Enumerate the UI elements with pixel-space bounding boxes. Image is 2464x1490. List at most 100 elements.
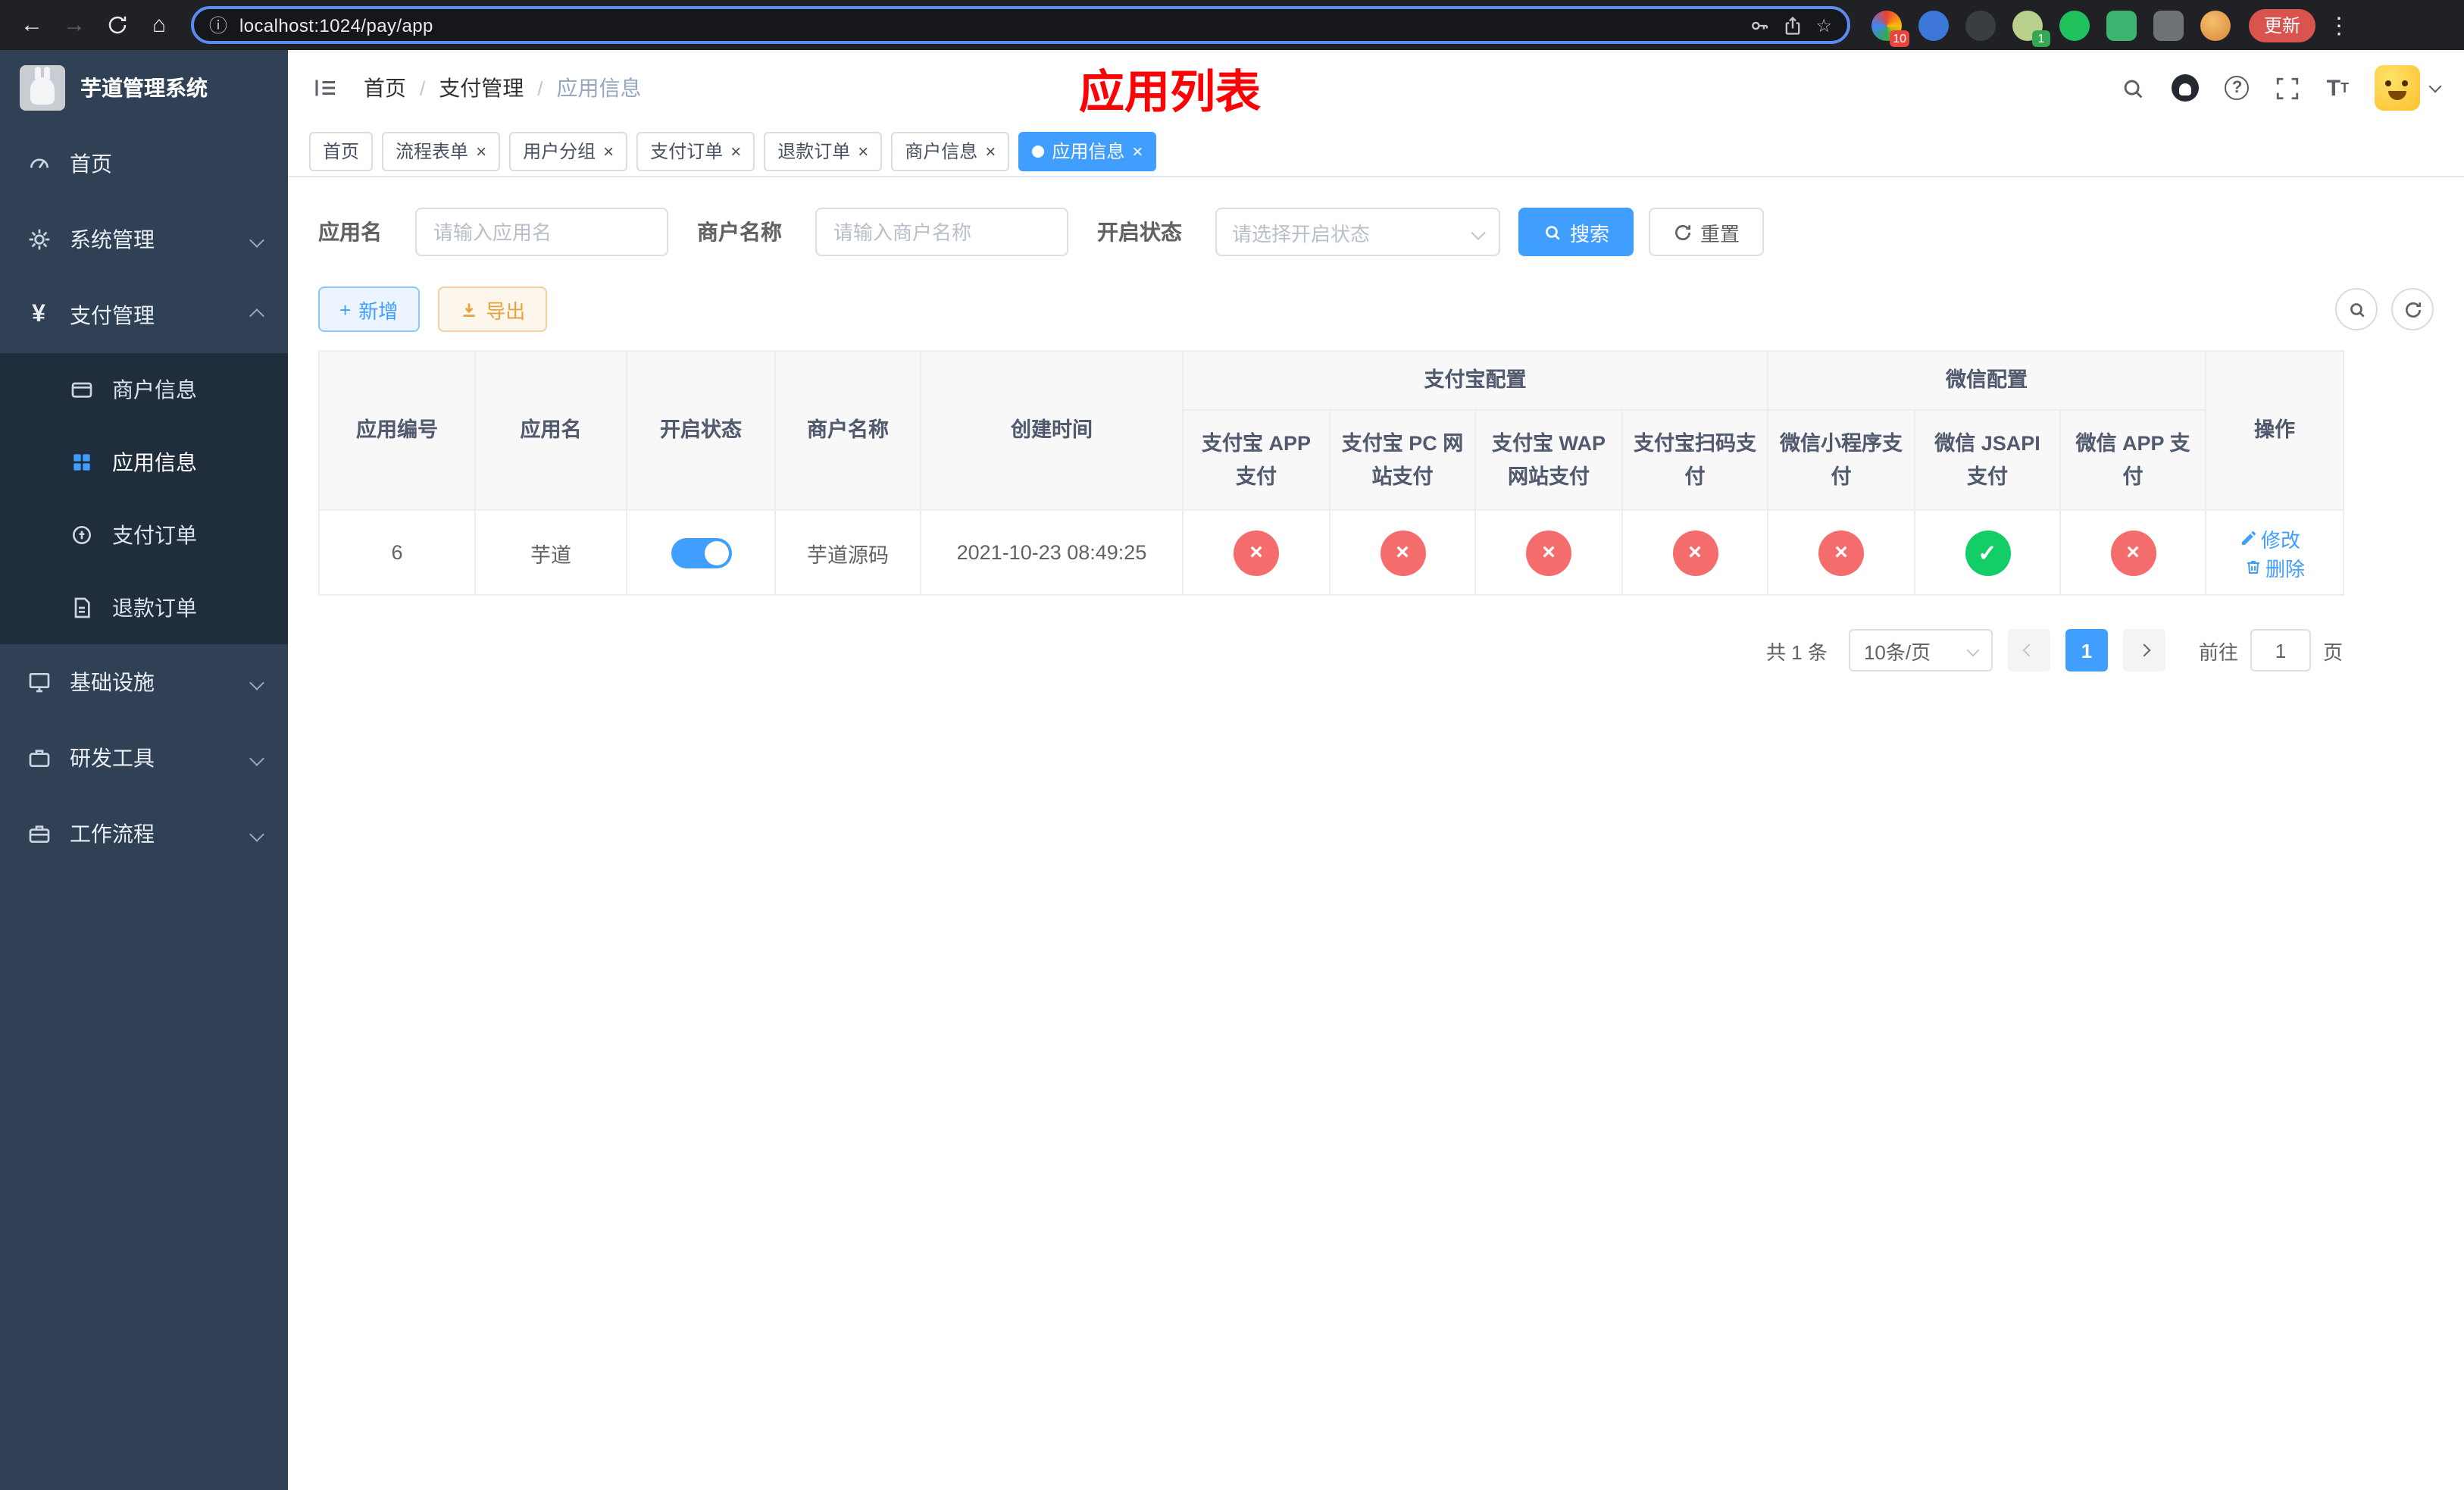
profile-avatar-icon[interactable] (2200, 10, 2231, 40)
pencil-icon (2242, 531, 2256, 545)
breadcrumb-separator: / (420, 77, 426, 99)
chrome-update-button[interactable]: 更新 (2249, 8, 2316, 42)
address-bar[interactable]: ⓘ localhost:1024/pay/app ☆ (191, 6, 1850, 44)
page-size-select[interactable]: 10条/页 (1848, 629, 1993, 671)
export-button[interactable]: 导出 (437, 286, 547, 332)
tab-process-form[interactable]: 流程表单 × (382, 131, 501, 171)
tab-refund-order[interactable]: 退款订单 × (764, 131, 883, 171)
browser-home-icon[interactable]: ⌂ (139, 5, 179, 45)
refresh-table-button[interactable] (2391, 288, 2434, 330)
breadcrumb-home[interactable]: 首页 (364, 73, 406, 103)
search-icon (2350, 302, 2364, 317)
status-cross-icon: × (1672, 530, 1718, 575)
browser-forward-icon[interactable]: → (55, 5, 94, 45)
font-size-icon[interactable]: TT (2327, 77, 2349, 99)
tab-label: 用户分组 (523, 141, 596, 162)
th-alipay-group: 支付宝配置 (1182, 350, 1768, 411)
close-icon[interactable]: × (476, 142, 486, 160)
tab-label: 应用信息 (1052, 141, 1125, 162)
sidebar-item-workflow[interactable]: 工作流程 (0, 796, 288, 872)
dashboard-icon (26, 151, 52, 177)
current-page-button[interactable]: 1 (2065, 629, 2108, 671)
url-text[interactable]: localhost:1024/pay/app (239, 14, 1737, 36)
site-info-icon[interactable]: ⓘ (209, 12, 227, 38)
breadcrumb: 首页 / 支付管理 / 应用信息 (364, 73, 642, 103)
user-avatar[interactable] (2375, 65, 2420, 111)
browser-refresh-icon[interactable] (97, 5, 136, 45)
pagination-total: 共 1 条 (1766, 640, 1828, 663)
status-toggle[interactable] (671, 537, 731, 568)
grid-icon (68, 449, 94, 475)
cell-app-id: 6 (318, 509, 476, 596)
tab-merchant-info[interactable]: 商户信息 × (891, 131, 1010, 171)
sidebar-item-home[interactable]: 首页 (0, 126, 288, 202)
monitor-icon (26, 669, 52, 695)
github-icon[interactable] (2172, 74, 2200, 102)
help-icon[interactable]: ? (2225, 76, 2250, 100)
next-page-button[interactable] (2122, 629, 2165, 671)
extension-icon-blue[interactable] (1918, 10, 1949, 40)
sidebar-item-infrastructure[interactable]: 基础设施 (0, 644, 288, 720)
status-select[interactable]: 请选择开启状态 (1215, 208, 1500, 256)
chevron-down-icon (249, 675, 264, 690)
app-title: 芋道管理系统 (80, 76, 208, 100)
sidebar-subitem-pay-order[interactable]: 支付订单 (0, 499, 288, 571)
extension-icon-colorful[interactable]: 10 (1871, 10, 1909, 46)
tab-bar: 首页 流程表单 × 用户分组 × 支付订单 × 退款订单 × 商户信息 × 应用… (288, 126, 2464, 177)
breadcrumb-payment[interactable]: 支付管理 (439, 73, 524, 103)
tab-pay-order[interactable]: 支付订单 × (636, 131, 755, 171)
bookmark-star-icon[interactable]: ☆ (1815, 14, 1832, 36)
extension-icon-avatar[interactable]: 1 (2012, 10, 2050, 46)
password-key-icon[interactable] (1749, 14, 1770, 36)
table-row: 6 芋道 芋道源码 2021-10-23 08:49:25 × × × × × (318, 509, 2345, 596)
tab-user-group[interactable]: 用户分组 × (509, 131, 628, 171)
tab-home[interactable]: 首页 (309, 131, 374, 171)
hamburger-icon[interactable] (312, 74, 339, 102)
add-button[interactable]: + 新增 (318, 286, 420, 332)
fullscreen-icon[interactable] (2275, 75, 2301, 101)
close-icon[interactable]: × (858, 142, 868, 160)
share-icon[interactable] (1782, 14, 1803, 36)
sidebar-item-devtools[interactable]: 研发工具 (0, 720, 288, 796)
sidebar-subitem-app-info[interactable]: 应用信息 (0, 426, 288, 499)
sidebar-menu: 首页 系统管理 ¥ 支付管理 商户信息 应用信息 支付订单 退款订单 基础设施 … (0, 126, 288, 872)
search-button[interactable]: 搜索 (1518, 208, 1634, 256)
extensions-puzzle-icon[interactable] (2153, 10, 2184, 40)
extension-icon-dark[interactable] (1965, 10, 1996, 40)
chevron-down-icon (249, 750, 264, 765)
app-name-input[interactable] (415, 208, 668, 256)
browser-menu-icon[interactable]: ⋮ (2319, 11, 2359, 39)
sidebar-subitem-merchant-info[interactable]: 商户信息 (0, 353, 288, 426)
sidebar-item-payment[interactable]: ¥ 支付管理 (0, 277, 288, 353)
search-icon[interactable] (2121, 75, 2147, 101)
goto-page-input[interactable] (2250, 629, 2311, 671)
merchant-name-label: 商户名称 (697, 220, 782, 244)
user-menu[interactable] (2375, 65, 2442, 111)
sidebar-item-label: 支付订单 (112, 523, 197, 547)
delete-button[interactable]: 删除 (2244, 552, 2305, 581)
sidebar-subitem-refund-order[interactable]: 退款订单 (0, 571, 288, 644)
th-alipay-app: 支付宝 APP 支付 (1182, 409, 1330, 511)
close-icon[interactable]: × (1132, 142, 1143, 160)
cell-alipay-app: × (1182, 509, 1330, 596)
toggle-search-button[interactable] (2335, 288, 2378, 330)
close-icon[interactable]: × (985, 142, 996, 160)
close-icon[interactable]: × (603, 142, 614, 160)
extension-icon-green-circle[interactable] (2059, 10, 2090, 40)
tab-label: 首页 (323, 141, 360, 162)
tab-app-info[interactable]: 应用信息 × (1018, 131, 1157, 171)
reset-button[interactable]: 重置 (1649, 208, 1765, 256)
sidebar-logo[interactable]: 芋道管理系统 (0, 50, 288, 126)
th-wx-app: 微信 APP 支付 (2059, 409, 2207, 511)
edit-button[interactable]: 修改 (2240, 524, 2300, 552)
cell-actions: 修改 删除 (2205, 509, 2345, 596)
sidebar-item-system[interactable]: 系统管理 (0, 202, 288, 277)
browser-back-icon[interactable]: ← (12, 5, 52, 45)
prev-page-button[interactable] (2007, 629, 2050, 671)
close-icon[interactable]: × (730, 142, 741, 160)
merchant-name-input[interactable] (815, 208, 1068, 256)
navbar-actions: ? TT (2121, 65, 2442, 111)
th-app-id: 应用编号 (318, 350, 476, 511)
yen-icon: ¥ (32, 302, 45, 327)
extension-icon-green-square[interactable] (2106, 10, 2137, 40)
